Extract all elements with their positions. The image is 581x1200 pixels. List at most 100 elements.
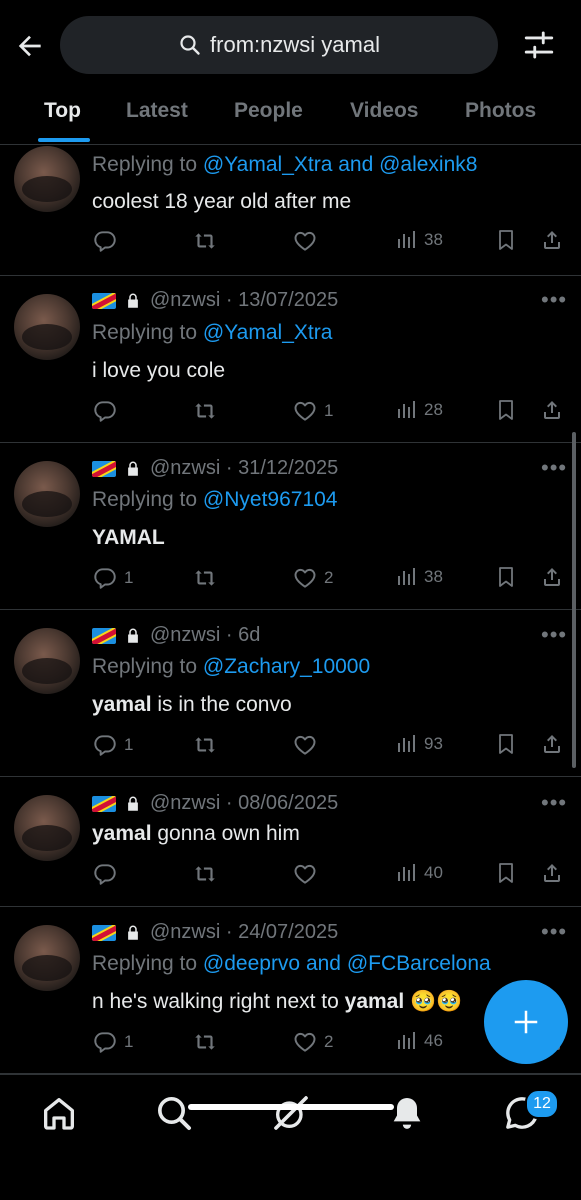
replying-to-prefix: Replying to xyxy=(92,321,203,344)
grok-icon[interactable] xyxy=(271,1093,311,1133)
more-options-icon[interactable]: ••• xyxy=(541,455,567,481)
like-button[interactable] xyxy=(292,861,324,887)
tab-people[interactable]: People xyxy=(234,99,303,123)
tweet[interactable]: @nzwsi · 31/12/2025 ••• Replying to @Nyet… xyxy=(0,443,581,610)
bookmark-button[interactable] xyxy=(494,861,524,885)
mention-link[interactable]: @Yamal_Xtra and @alexink8 xyxy=(203,153,478,176)
mention-link[interactable]: @Nyet967104 xyxy=(203,488,338,511)
tweet-handle[interactable]: @nzwsi xyxy=(150,921,220,944)
reply-button[interactable]: 1 xyxy=(92,1029,133,1055)
reply-button[interactable]: 1 xyxy=(92,732,133,758)
heart-icon xyxy=(294,231,316,251)
reply-button[interactable] xyxy=(92,228,124,254)
avatar[interactable] xyxy=(14,461,80,527)
repost-button[interactable] xyxy=(192,228,224,254)
repost-button[interactable] xyxy=(192,398,224,424)
back-arrow-icon[interactable] xyxy=(14,30,46,62)
like-button[interactable] xyxy=(292,732,324,758)
reply-button[interactable]: 1 xyxy=(92,565,133,591)
tab-videos[interactable]: Videos xyxy=(350,99,418,123)
views-button[interactable]: 93 xyxy=(394,732,443,756)
views-icon xyxy=(398,735,415,752)
views-button[interactable]: 38 xyxy=(394,228,443,252)
more-options-icon[interactable]: ••• xyxy=(541,919,567,945)
tab-latest[interactable]: Latest xyxy=(126,99,188,123)
repost-button[interactable] xyxy=(192,565,224,591)
like-button[interactable]: 2 xyxy=(292,565,333,591)
like-button[interactable]: 2 xyxy=(292,1029,333,1055)
tweet[interactable]: @nzwsi · 6d ••• Replying to @Zachary_1000… xyxy=(0,610,581,777)
like-button[interactable] xyxy=(292,228,324,254)
tab-photos[interactable]: Photos xyxy=(465,99,536,123)
like-count: 1 xyxy=(324,401,334,420)
avatar[interactable] xyxy=(14,146,80,212)
replying-to: Replying to @Yamal_Xtra xyxy=(92,321,332,345)
tweet[interactable]: @nzwsi · 13/07/2025 ••• Replying to @Yama… xyxy=(0,276,581,443)
reply-button[interactable] xyxy=(92,861,124,887)
tweet-date: · 6d xyxy=(225,624,261,646)
replying-to: Replying to @Nyet967104 xyxy=(92,488,337,512)
home-icon[interactable] xyxy=(39,1093,79,1133)
views-button[interactable]: 38 xyxy=(394,565,443,589)
tweet-handle[interactable]: @nzwsi xyxy=(150,624,220,647)
like-button[interactable]: 1 xyxy=(292,398,333,424)
tweet[interactable]: @nzwsi · 08/06/2025 ••• yamal gonna own h… xyxy=(0,777,581,907)
repost-button[interactable] xyxy=(192,732,224,758)
lock-icon xyxy=(128,293,138,308)
more-options-icon[interactable]: ••• xyxy=(541,790,567,816)
share-button[interactable] xyxy=(540,732,570,756)
more-options-icon[interactable]: ••• xyxy=(541,622,567,648)
repost-icon xyxy=(195,233,215,249)
repost-button[interactable] xyxy=(192,861,224,887)
tweet-text: coolest 18 year old after me xyxy=(92,190,351,214)
tweet[interactable]: Replying to @Yamal_Xtra and @alexink8 coo… xyxy=(0,140,581,276)
tweet-actions: 1 2 38 xyxy=(0,565,581,593)
reply-icon xyxy=(94,864,116,885)
compose-post-button[interactable] xyxy=(484,980,568,1064)
tab-top[interactable]: Top xyxy=(44,99,81,123)
views-button[interactable]: 40 xyxy=(394,861,443,885)
replying-to-prefix: Replying to xyxy=(92,488,203,511)
reply-button[interactable] xyxy=(92,398,124,424)
mention-link[interactable]: @Zachary_10000 xyxy=(203,655,370,678)
heart-icon xyxy=(294,864,316,884)
bookmark-button[interactable] xyxy=(494,732,524,756)
search-nav-icon[interactable] xyxy=(154,1093,194,1133)
tweet-text: i love you cole xyxy=(92,359,225,383)
tweet-actions: 40 xyxy=(0,861,581,889)
view-count: 38 xyxy=(424,230,443,249)
more-options-icon[interactable]: ••• xyxy=(541,287,567,313)
share-button[interactable] xyxy=(540,398,570,422)
bookmark-button[interactable] xyxy=(494,565,524,589)
avatar[interactable] xyxy=(14,628,80,694)
views-icon xyxy=(398,231,415,248)
notifications-bell-icon[interactable] xyxy=(387,1093,427,1133)
filter-settings-icon[interactable] xyxy=(522,28,556,62)
tweet-handle[interactable]: @nzwsi xyxy=(150,792,220,815)
views-button[interactable]: 46 xyxy=(394,1029,443,1053)
share-button[interactable] xyxy=(540,228,570,252)
bookmark-button[interactable] xyxy=(494,398,524,422)
mention-link[interactable]: @deeprvo and @FCBarcelona xyxy=(203,952,491,975)
tweet-handle[interactable]: @nzwsi xyxy=(150,289,220,312)
bookmark-icon xyxy=(499,230,513,250)
search-input[interactable]: from:nzwsi yamal xyxy=(60,16,498,74)
avatar[interactable] xyxy=(14,294,80,360)
bookmark-icon xyxy=(499,567,513,587)
share-button[interactable] xyxy=(540,861,570,885)
tweet-text-segment: 🥹🥹 xyxy=(404,990,463,1013)
tweet-text-segment: i love you cole xyxy=(92,359,226,382)
avatar[interactable] xyxy=(14,925,80,991)
dr-congo-flag-icon xyxy=(92,292,116,309)
heart-icon xyxy=(294,401,316,421)
share-icon xyxy=(544,735,560,753)
repost-button[interactable] xyxy=(192,1029,224,1055)
share-button[interactable] xyxy=(540,565,570,589)
avatar[interactable] xyxy=(14,795,80,861)
view-count: 93 xyxy=(424,734,443,753)
scrollbar[interactable] xyxy=(572,432,576,768)
mention-link[interactable]: @Yamal_Xtra xyxy=(203,321,332,344)
views-button[interactable]: 28 xyxy=(394,398,443,422)
tweet-handle[interactable]: @nzwsi xyxy=(150,457,220,480)
bookmark-button[interactable] xyxy=(494,228,524,252)
